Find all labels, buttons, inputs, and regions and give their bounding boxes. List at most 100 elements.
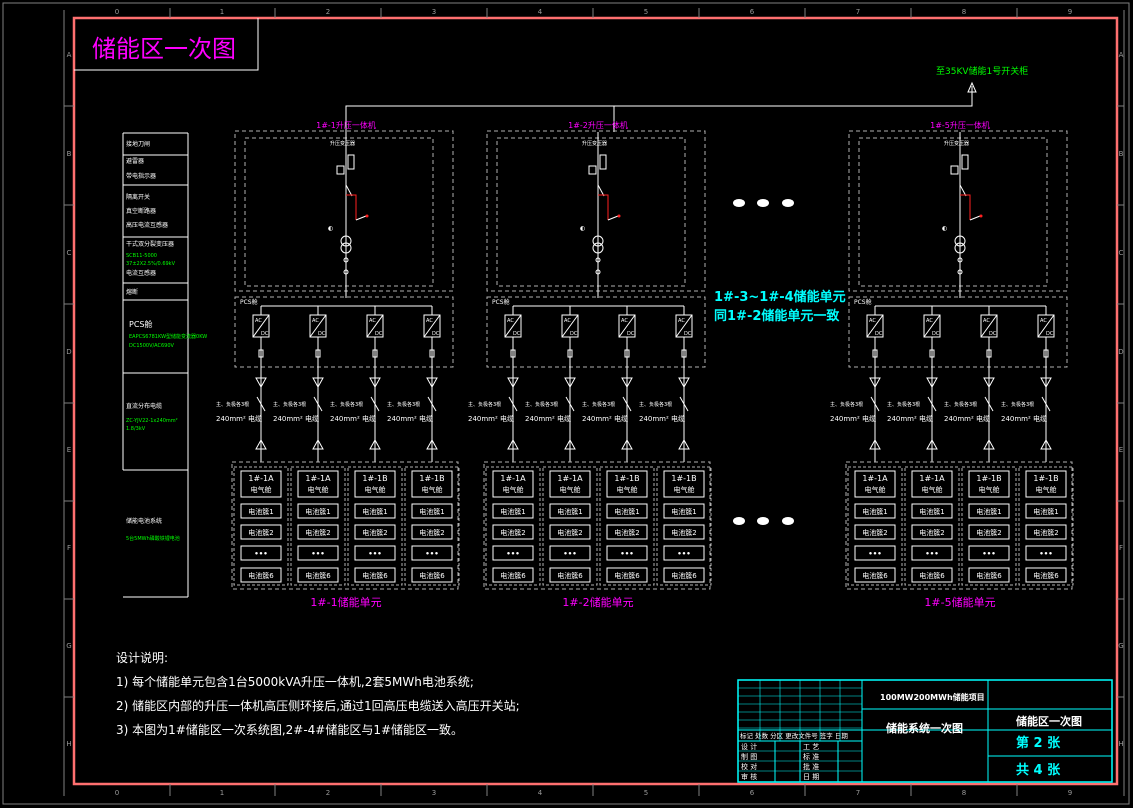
electrical-room-label: 电气舱 — [422, 485, 443, 494]
ruler-top-label: 3 — [432, 8, 436, 16]
drawing-sheet: 0 0 1 1 2 2 3 3 4 4 5 5 6 6 7 7 8 8 9 9 A A B B C C D D E E F F G G H H 储能区… — [2, 2, 1130, 805]
pcs-dc-label: DC — [1046, 331, 1054, 337]
transformer-label: 升压变压器 — [582, 140, 607, 147]
ruler-bottom-label: 8 — [962, 789, 966, 797]
cable-spec-a: 主、负极各3根 — [468, 401, 501, 408]
disconnector-icon — [588, 165, 597, 175]
transformer-label: 升压变压器 — [330, 140, 355, 147]
battery-slot-id: 1#-1B — [976, 474, 1001, 483]
ruler-top-label: 2 — [326, 8, 330, 16]
pcs-label: PCS舱 — [492, 298, 510, 306]
ruler-top-label: 8 — [962, 8, 966, 16]
battery-cluster-label: 电池簇6 — [362, 571, 388, 580]
battery-cabinet — [1018, 466, 1074, 586]
pcs-ac-label: AC — [926, 318, 933, 324]
unit-caption: 1#-2储能单元 — [562, 595, 633, 609]
cable-spec-a: 主、负极各3根 — [387, 401, 420, 408]
pcs-ac-label: AC — [255, 318, 262, 324]
unit-caption: 1#-5储能单元 — [924, 595, 995, 609]
pcs-dc-label: DC — [432, 331, 440, 337]
pcs-dc-label: DC — [989, 331, 997, 337]
electrical-room-label: 电气舱 — [503, 485, 524, 494]
electrical-room-label: 电气舱 — [365, 485, 386, 494]
battery-cabinet — [542, 466, 598, 586]
ellipsis-upper — [733, 199, 794, 207]
ruler-bottom-label: 6 — [750, 789, 755, 797]
tb-role-right: 日 期 — [803, 773, 819, 781]
battery-cluster-label: ••• — [506, 550, 519, 558]
battery-cluster-label: 电池簇2 — [557, 528, 582, 537]
pcs-dc-label: DC — [875, 331, 883, 337]
tb-sheet-no: 第 2 张 — [1016, 735, 1061, 751]
electrical-room-label: 电气舱 — [865, 485, 886, 494]
battery-cabinet — [904, 466, 960, 586]
battery-cluster-label: ••• — [311, 550, 324, 558]
battery-slot-id: 1#-1A — [919, 474, 945, 483]
earth-switch-blade — [969, 215, 981, 221]
battery-cluster-label: ••• — [982, 550, 995, 558]
branch-column: AC DC 主、负极各3根 240mm² 电缆 1#-1A 电气舱电池簇1 电池簇2 ••• 电… — [468, 306, 541, 586]
battery-cluster-label: 电池簇1 — [919, 507, 944, 516]
pcs-dc-label: DC — [684, 331, 692, 337]
tb-role-left: 设 计 — [741, 742, 757, 751]
battery-slot-id: 1#-1B — [614, 474, 639, 483]
battery-cluster-label: 电池簇6 — [919, 571, 945, 580]
tb-header-row: 标记 处数 分区 更改文件号 签字 日期 — [740, 731, 848, 740]
legend-item: DC1500V/AC690V — [129, 343, 175, 349]
ct-icon: ◐ — [942, 225, 947, 232]
electrical-room-label: 电气舱 — [674, 485, 695, 494]
battery-cluster-label: ••• — [868, 550, 881, 558]
tb-role-right: 工 艺 — [803, 743, 819, 751]
legend-item: EAPCS6781KW型储能变流器0KW — [129, 333, 207, 340]
branch-column: AC DC 主、负极各3根 240mm² 电缆 1#-1A 电气舱电池簇1 电池簇2 ••• 电… — [216, 306, 289, 586]
battery-cluster-label: 电池簇6 — [614, 571, 640, 580]
battery-cluster-label: ••• — [563, 550, 576, 558]
battery-cabinet — [233, 466, 289, 586]
ruler-bottom-label: 0 — [115, 789, 119, 797]
ruler-top-label: 5 — [644, 8, 648, 16]
cable-spec-a: 主、负极各3根 — [216, 401, 249, 408]
cable-spec-a: 主、负极各3根 — [887, 401, 920, 408]
ruler-top-label: 9 — [1068, 8, 1072, 16]
battery-cabinet — [485, 466, 541, 586]
battery-cluster-label: ••• — [1039, 550, 1052, 558]
branch-column: AC DC 主、负极各3根 240mm² 电缆 1#-1B 电气舱电池簇1 电池簇2 ••• 电… — [330, 306, 403, 586]
branch-column: AC DC 主、负极各3根 240mm² 电缆 1#-1A 电气舱电池簇1 电池簇2 ••• 电… — [525, 306, 598, 586]
ruler-left-label: G — [66, 642, 71, 650]
legend-item: 带电指示器 — [126, 172, 156, 180]
earth-switch-blade — [355, 215, 367, 221]
pcs-dc-label: DC — [932, 331, 940, 337]
ruler-right-label: B — [1119, 150, 1124, 158]
legend-item: 电流互感器 — [126, 269, 156, 277]
legend-item: 干式双分裂变压器 — [126, 240, 174, 248]
pcs-label: PCS舱 — [240, 298, 258, 306]
transformer-container — [234, 130, 454, 292]
ruler-top-label: 4 — [538, 8, 543, 16]
ruler-top-label: 1 — [220, 8, 224, 16]
battery-cluster-label: 电池簇2 — [976, 528, 1001, 537]
battery-slot-id: 1#-1B — [419, 474, 444, 483]
tb-project: 100MW200MWh储能项目 — [880, 692, 985, 702]
transformer-container — [848, 130, 1068, 292]
ruler-left-label: A — [67, 51, 72, 59]
battery-slot-id: 1#-1A — [248, 474, 274, 483]
legend-item: 隔离开关 — [126, 193, 150, 201]
battery-cluster-label: ••• — [368, 550, 381, 558]
pcs-dc-label: DC — [261, 331, 269, 337]
battery-cluster-label: 电池簇2 — [919, 528, 944, 537]
ruler-left-label: C — [67, 249, 72, 257]
battery-slot-id: 1#-1B — [362, 474, 387, 483]
electrical-room-label: 电气舱 — [308, 485, 329, 494]
battery-cluster-label: ••• — [620, 550, 633, 558]
drawing-frame — [72, 16, 1119, 786]
pcs-dc-label: DC — [513, 331, 521, 337]
tb-sheet-total: 共 4 张 — [1016, 762, 1061, 778]
legend-item: 37±2X2.5%/0.69kV — [126, 261, 176, 267]
battery-cabinet — [961, 466, 1017, 586]
battery-cluster-label: 电池簇1 — [419, 507, 444, 516]
legend-item: 高压电流互感器 — [126, 221, 168, 229]
tb-role-right: 标 准 — [803, 752, 819, 761]
cable-spec-a: 主、负极各3根 — [525, 401, 558, 408]
battery-cluster-label: 电池簇1 — [248, 507, 273, 516]
branch-column: AC DC 主、负极各3根 240mm² 电缆 1#-1B 电气舱电池簇1 电池簇2 ••• 电… — [639, 306, 712, 586]
